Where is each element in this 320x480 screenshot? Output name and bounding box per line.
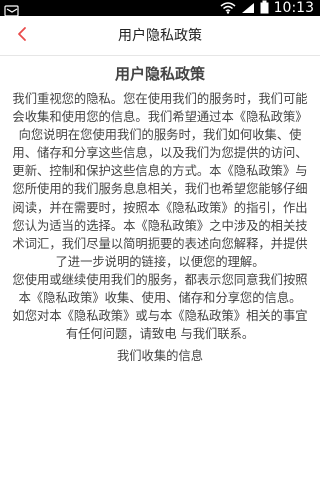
policy-content[interactable]: 用户隐私政策 我们重视您的隐私。您在使用我们的服务时，我们可能会收集和使用您的信… bbox=[0, 56, 320, 480]
policy-paragraph-1: 我们重视您的隐私。您在使用我们的服务时，我们可能会收集和使用您的信息。我们希望通… bbox=[12, 92, 308, 269]
status-bar: 10:13 bbox=[0, 0, 320, 17]
policy-paragraph-2: 您使用或继续使用我们的服务，都表示您同意我们按照本《隐私政策》收集、使用、储存和… bbox=[12, 272, 308, 306]
wifi-icon bbox=[220, 0, 236, 18]
status-icons: 10:13 bbox=[220, 0, 314, 16]
page-title: 用户隐私政策 bbox=[118, 28, 202, 44]
battery-icon bbox=[260, 0, 269, 18]
notification-icon bbox=[4, 2, 20, 17]
app-bar: 用户隐私政策 bbox=[0, 16, 320, 56]
status-time: 10:13 bbox=[273, 0, 314, 16]
policy-paragraph-3: 如您对本《隐私政策》或与本《隐私政策》相关的事宜有任何问题，请致电 与我们联系。 bbox=[12, 309, 308, 342]
signal-icon bbox=[241, 0, 255, 18]
section-heading-collected-info: 我们收集的信息 bbox=[116, 349, 204, 364]
document-title: 用户隐私政策 bbox=[114, 65, 205, 83]
